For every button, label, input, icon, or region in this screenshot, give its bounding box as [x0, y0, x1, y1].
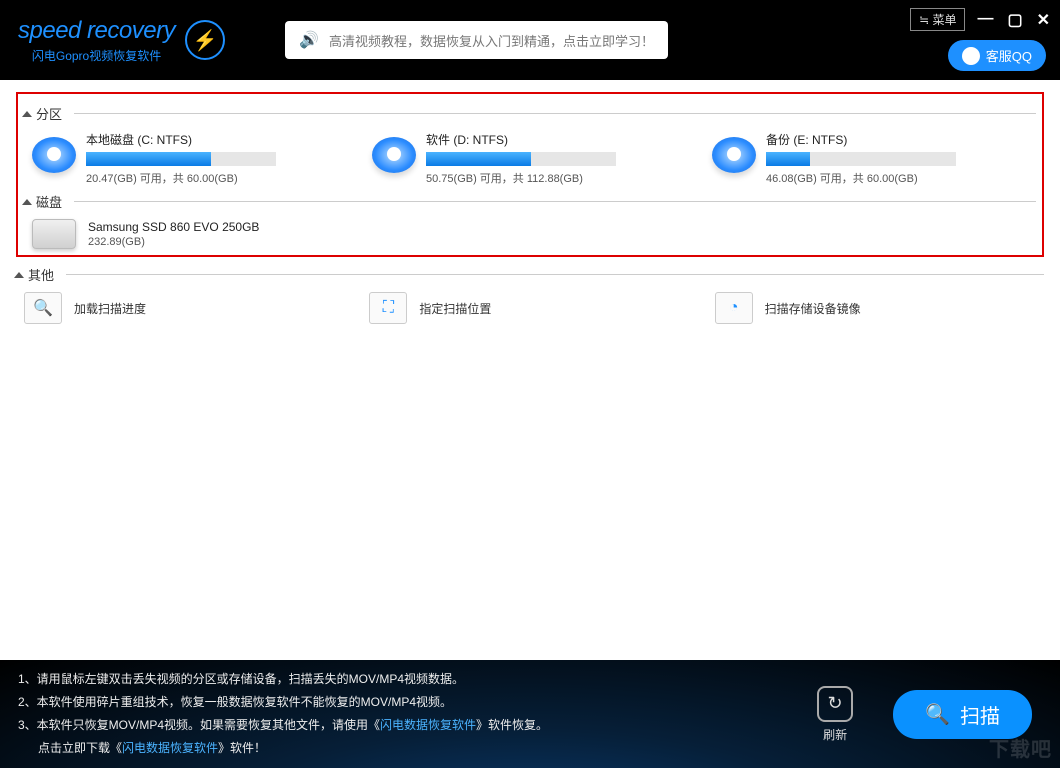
download-link[interactable]: 闪电数据恢复软件 [122, 741, 218, 755]
refresh-icon: ↻ [817, 686, 853, 722]
tip-line-2: 2、本软件使用碎片重组技术，恢复一般数据恢复软件不能恢复的MOV/MP4视频。 [18, 691, 817, 714]
bolt-icon: ⚡ [185, 20, 225, 60]
tip-line-3: 3、本软件只恢复MOV/MP4视频。如果需要恢复其他文件，请使用《闪电数据恢复软… [18, 714, 817, 737]
customer-service-button[interactable]: 客服QQ [948, 40, 1046, 71]
disk-name: Samsung SSD 860 EVO 250GB [88, 220, 259, 234]
other-actions: 🔍 加载扫描进度 ⛶ 指定扫描位置 ◔ 扫描存储设备镜像 [24, 292, 1044, 324]
drive-stats: 20.47(GB) 可用，共 60.00(GB) [86, 170, 356, 186]
logo-text: speed recovery [18, 17, 175, 45]
usage-fill [426, 152, 531, 166]
speaker-icon: 🔊 [299, 30, 319, 50]
disk-icon [32, 137, 76, 173]
usage-bar [766, 152, 956, 166]
pie-icon: ◔ [715, 292, 753, 324]
tip-line-1: 1、请用鼠标左键双击丢失视频的分区或存储设备，扫描丢失的MOV/MP4视频数据。 [18, 668, 817, 691]
load-scan-progress[interactable]: 🔍 加载扫描进度 [24, 292, 353, 324]
drive-info: 软件 (D: NTFS) 50.75(GB) 可用，共 112.88(GB) [426, 131, 696, 186]
usage-bar [426, 152, 616, 166]
divider [66, 274, 1044, 275]
drive-name: 软件 (D: NTFS) [426, 131, 696, 148]
main-content: 分区 本地磁盘 (C: NTFS) 20.47(GB) 可用，共 60.00(G… [0, 80, 1060, 660]
scan-button[interactable]: 🔍 扫描 [893, 690, 1032, 739]
search-icon: 🔍 [925, 702, 950, 727]
qq-label: 客服QQ [986, 46, 1032, 65]
tip-line-4: 点击立即下载《闪电数据恢复软件》软件！ [18, 737, 817, 760]
header-controls: ≒ 菜单 — ▢ ✕ [910, 8, 1050, 31]
menu-button[interactable]: ≒ 菜单 [910, 8, 965, 31]
drive-name: 备份 (E: NTFS) [766, 131, 1036, 148]
maximize-button[interactable]: ▢ [1007, 10, 1022, 30]
drive-info: 备份 (E: NTFS) 46.08(GB) 可用，共 60.00(GB) [766, 131, 1036, 186]
action-label: 加载扫描进度 [74, 300, 146, 317]
disk-icon [712, 137, 756, 173]
disk-info: Samsung SSD 860 EVO 250GB 232.89(GB) [88, 220, 259, 248]
disk-title: 磁盘 [36, 192, 62, 211]
logo: speed recovery 闪电Gopro视频恢复软件 [18, 17, 175, 64]
partition-d[interactable]: 软件 (D: NTFS) 50.75(GB) 可用，共 112.88(GB) [372, 131, 696, 186]
action-label: 扫描存储设备镜像 [765, 300, 861, 317]
tutorial-text: 高清视频教程，数据恢复从入门到精通，点击立即学习！ [329, 31, 654, 50]
ssd-icon [32, 219, 76, 249]
collapse-icon [14, 272, 24, 278]
tips-text: 1、请用鼠标左键双击丢失视频的分区或存储设备，扫描丢失的MOV/MP4视频数据。… [18, 668, 817, 759]
drive-name: 本地磁盘 (C: NTFS) [86, 131, 356, 148]
recovery-software-link[interactable]: 闪电数据恢复软件 [380, 718, 476, 732]
partition-e[interactable]: 备份 (E: NTFS) 46.08(GB) 可用，共 60.00(GB) [712, 131, 1036, 186]
collapse-icon [22, 111, 32, 117]
partition-c[interactable]: 本地磁盘 (C: NTFS) 20.47(GB) 可用，共 60.00(GB) [32, 131, 356, 186]
header-bar: speed recovery 闪电Gopro视频恢复软件 ⚡ 🔊 高清视频教程，… [0, 0, 1060, 80]
other-title: 其他 [28, 265, 54, 284]
qq-icon [962, 47, 980, 65]
target-icon: ⛶ [369, 292, 407, 324]
scan-label: 扫描 [960, 700, 1000, 729]
close-button[interactable]: ✕ [1037, 10, 1050, 30]
partition-section-header[interactable]: 分区 [24, 104, 1036, 123]
drive-info: 本地磁盘 (C: NTFS) 20.47(GB) 可用，共 60.00(GB) [86, 131, 356, 186]
partition-list: 本地磁盘 (C: NTFS) 20.47(GB) 可用，共 60.00(GB) … [32, 131, 1036, 186]
partition-title: 分区 [36, 104, 62, 123]
minimize-button[interactable]: — [977, 10, 993, 30]
drive-stats: 50.75(GB) 可用，共 112.88(GB) [426, 170, 696, 186]
collapse-icon [22, 199, 32, 205]
disk-size: 232.89(GB) [88, 236, 259, 248]
highlighted-area: 分区 本地磁盘 (C: NTFS) 20.47(GB) 可用，共 60.00(G… [16, 92, 1044, 257]
specify-scan-location[interactable]: ⛶ 指定扫描位置 [369, 292, 698, 324]
other-section-header[interactable]: 其他 [16, 265, 1044, 284]
scan-device-image[interactable]: ◔ 扫描存储设备镜像 [715, 292, 1044, 324]
magnify-icon: 🔍 [24, 292, 62, 324]
disk-item[interactable]: Samsung SSD 860 EVO 250GB 232.89(GB) [32, 219, 1036, 249]
usage-bar [86, 152, 276, 166]
logo-subtitle: 闪电Gopro视频恢复软件 [32, 47, 161, 64]
divider [74, 113, 1036, 114]
footer-bar: 1、请用鼠标左键双击丢失视频的分区或存储设备，扫描丢失的MOV/MP4视频数据。… [0, 660, 1060, 768]
refresh-button[interactable]: ↻ 刷新 [817, 686, 853, 743]
usage-fill [86, 152, 211, 166]
tutorial-banner[interactable]: 🔊 高清视频教程，数据恢复从入门到精通，点击立即学习！ [285, 21, 668, 59]
action-label: 指定扫描位置 [419, 300, 491, 317]
watermark: 下载吧 [989, 733, 1052, 762]
refresh-label: 刷新 [823, 726, 847, 743]
disk-section-header[interactable]: 磁盘 [24, 192, 1036, 211]
drive-stats: 46.08(GB) 可用，共 60.00(GB) [766, 170, 1036, 186]
usage-fill [766, 152, 810, 166]
window-controls: — ▢ ✕ [977, 10, 1050, 30]
divider [74, 201, 1036, 202]
disk-icon [372, 137, 416, 173]
